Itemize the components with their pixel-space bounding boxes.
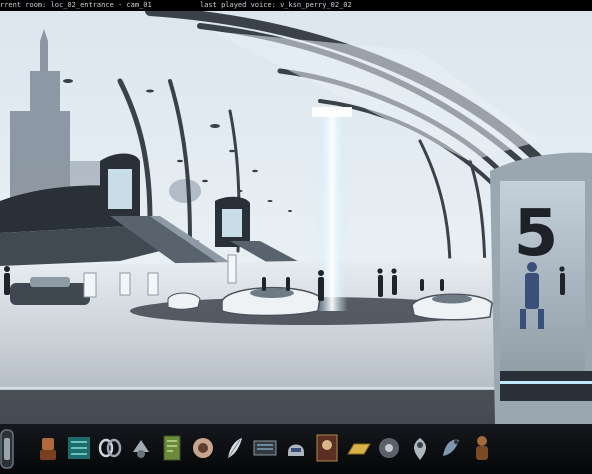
gold-bar-icon [347, 443, 371, 455]
chain-link-icon [98, 438, 122, 458]
robot-figure-icon [40, 438, 56, 460]
helmet-icon [288, 444, 304, 456]
platform-number: 5 [514, 197, 559, 271]
feather-icon [227, 438, 242, 459]
inventory-slot[interactable] [282, 432, 310, 464]
hover-car-right[interactable] [411, 293, 493, 321]
inventory-slot[interactable] [344, 432, 372, 464]
inventory-slot[interactable] [127, 432, 155, 464]
metal-clip-icon [133, 440, 149, 458]
debug-current-room: rrent room: loc_02_entrance - cam_01 [0, 1, 152, 9]
inventory-bar [0, 424, 592, 474]
game-viewport: rrent room: loc_02_entrance - cam_01 las… [0, 0, 592, 474]
location-pin-icon [414, 438, 426, 460]
inventory-slot[interactable] [468, 432, 496, 464]
inventory-slot[interactable] [220, 432, 248, 464]
inventory-slot[interactable] [34, 432, 62, 464]
inventory-slot[interactable] [158, 432, 186, 464]
data-chip-icon [253, 440, 277, 456]
inventory-slot[interactable] [65, 432, 93, 464]
inventory-slot[interactable] [251, 432, 279, 464]
scene-station-hall[interactable]: 5 [0, 11, 592, 424]
platform-pillar [490, 152, 592, 424]
bronze-figure-icon [476, 436, 488, 460]
brain-device-icon [193, 438, 213, 458]
inventory-slot[interactable] [375, 432, 403, 464]
debug-overlay: rrent room: loc_02_entrance - cam_01 las… [0, 0, 592, 11]
inventory-slot[interactable] [313, 432, 341, 464]
debug-last-voice: last played voice: v_ksn_perry_02_02 [200, 1, 352, 9]
green-card-icon [163, 435, 181, 461]
hover-car-center[interactable] [221, 286, 321, 317]
inventory-slot[interactable] [437, 432, 465, 464]
round-gadget-icon [379, 438, 399, 458]
light-beam-top [312, 107, 352, 117]
hover-car-left[interactable] [167, 292, 201, 310]
inventory-handle-icon[interactable] [0, 428, 14, 470]
portrait-card-icon [316, 434, 338, 462]
inventory-slot[interactable] [406, 432, 434, 464]
inventory-slot[interactable] [189, 432, 217, 464]
circuit-board-icon [68, 437, 90, 459]
bird-statue-icon [443, 439, 459, 456]
inventory-slot[interactable] [96, 432, 124, 464]
